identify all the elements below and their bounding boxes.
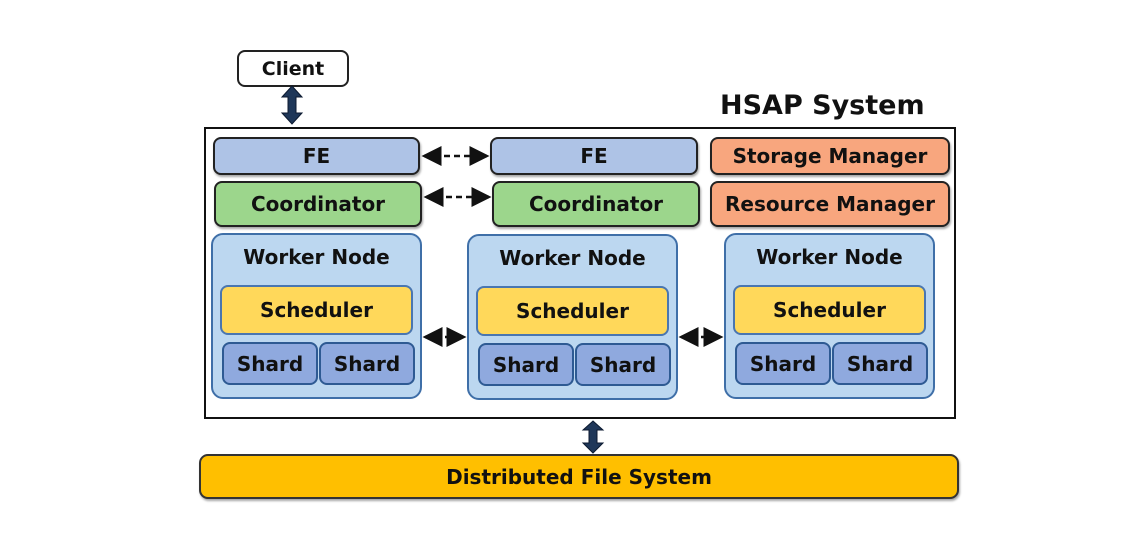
client-system-arrow-icon xyxy=(280,85,304,125)
system-dfs-arrow-icon xyxy=(581,420,605,454)
connector-layer xyxy=(280,85,724,454)
